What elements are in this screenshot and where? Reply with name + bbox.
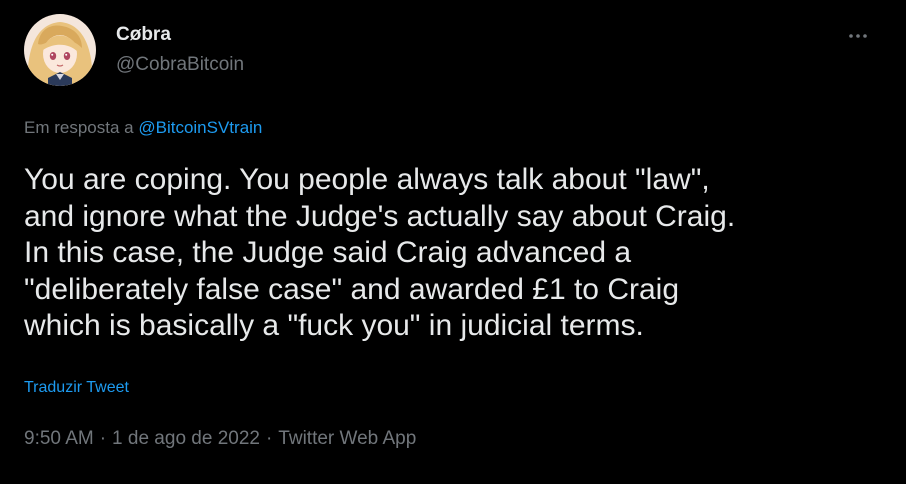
reply-context: Em resposta a @BitcoinSVtrain [24,118,262,138]
tweet-detail: Cøbra @CobraBitcoin Em resposta a @Bitco… [0,0,906,484]
avatar[interactable] [24,14,96,86]
more-horizontal-icon [849,34,867,38]
tweet-source[interactable]: Twitter Web App [278,428,416,449]
tweet-text-line: You are coping. You people always talk a… [24,163,710,196]
tweet-metadata: 9:50 AM · 1 de ago de 2022 · Twitter Web App [24,428,416,450]
reply-prefix: Em resposta a [24,118,134,137]
display-name[interactable]: Cøbra [116,24,171,46]
tweet-text-line: and ignore what the Judge's actually say… [24,199,736,233]
meta-separator: · [99,428,107,449]
tweet-time[interactable]: 9:50 AM [24,428,94,449]
tweet-text: You are coping. You people always talk a… [24,162,884,345]
translate-tweet-link[interactable]: Traduzir Tweet [24,378,129,398]
user-handle[interactable]: @CobraBitcoin [116,54,244,76]
reply-mention-link[interactable]: @BitcoinSVtrain [138,118,262,137]
meta-separator: · [265,428,273,449]
more-options-button[interactable] [840,26,876,46]
tweet-date[interactable]: 1 de ago de 2022 [112,428,260,449]
tweet-text-line: which is basically a "fuck you" in judic… [24,309,644,342]
tweet-text-line: "deliberately false case" and awarded £1… [24,272,680,306]
anime-girl-avatar-icon [24,14,96,86]
tweet-text-line: In this case, the Judge said Craig advan… [24,236,632,269]
